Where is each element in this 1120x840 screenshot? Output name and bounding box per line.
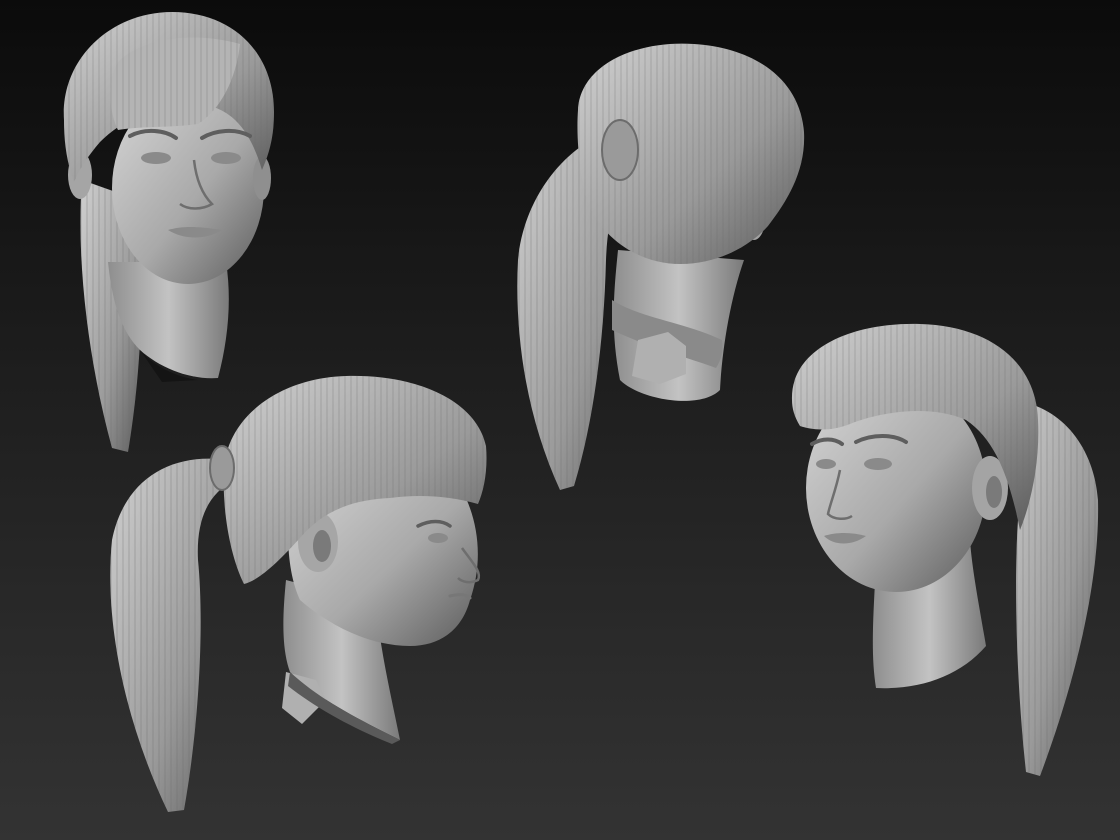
left-three-quarter-view-head: [791, 323, 1099, 776]
right-profile-view-head: [110, 375, 487, 812]
front-view-head: [63, 12, 274, 452]
sculpt-render-viewport: [0, 0, 1120, 840]
back-three-quarter-view-head: [517, 43, 805, 490]
head-sculpts-render: [63, 12, 1099, 812]
